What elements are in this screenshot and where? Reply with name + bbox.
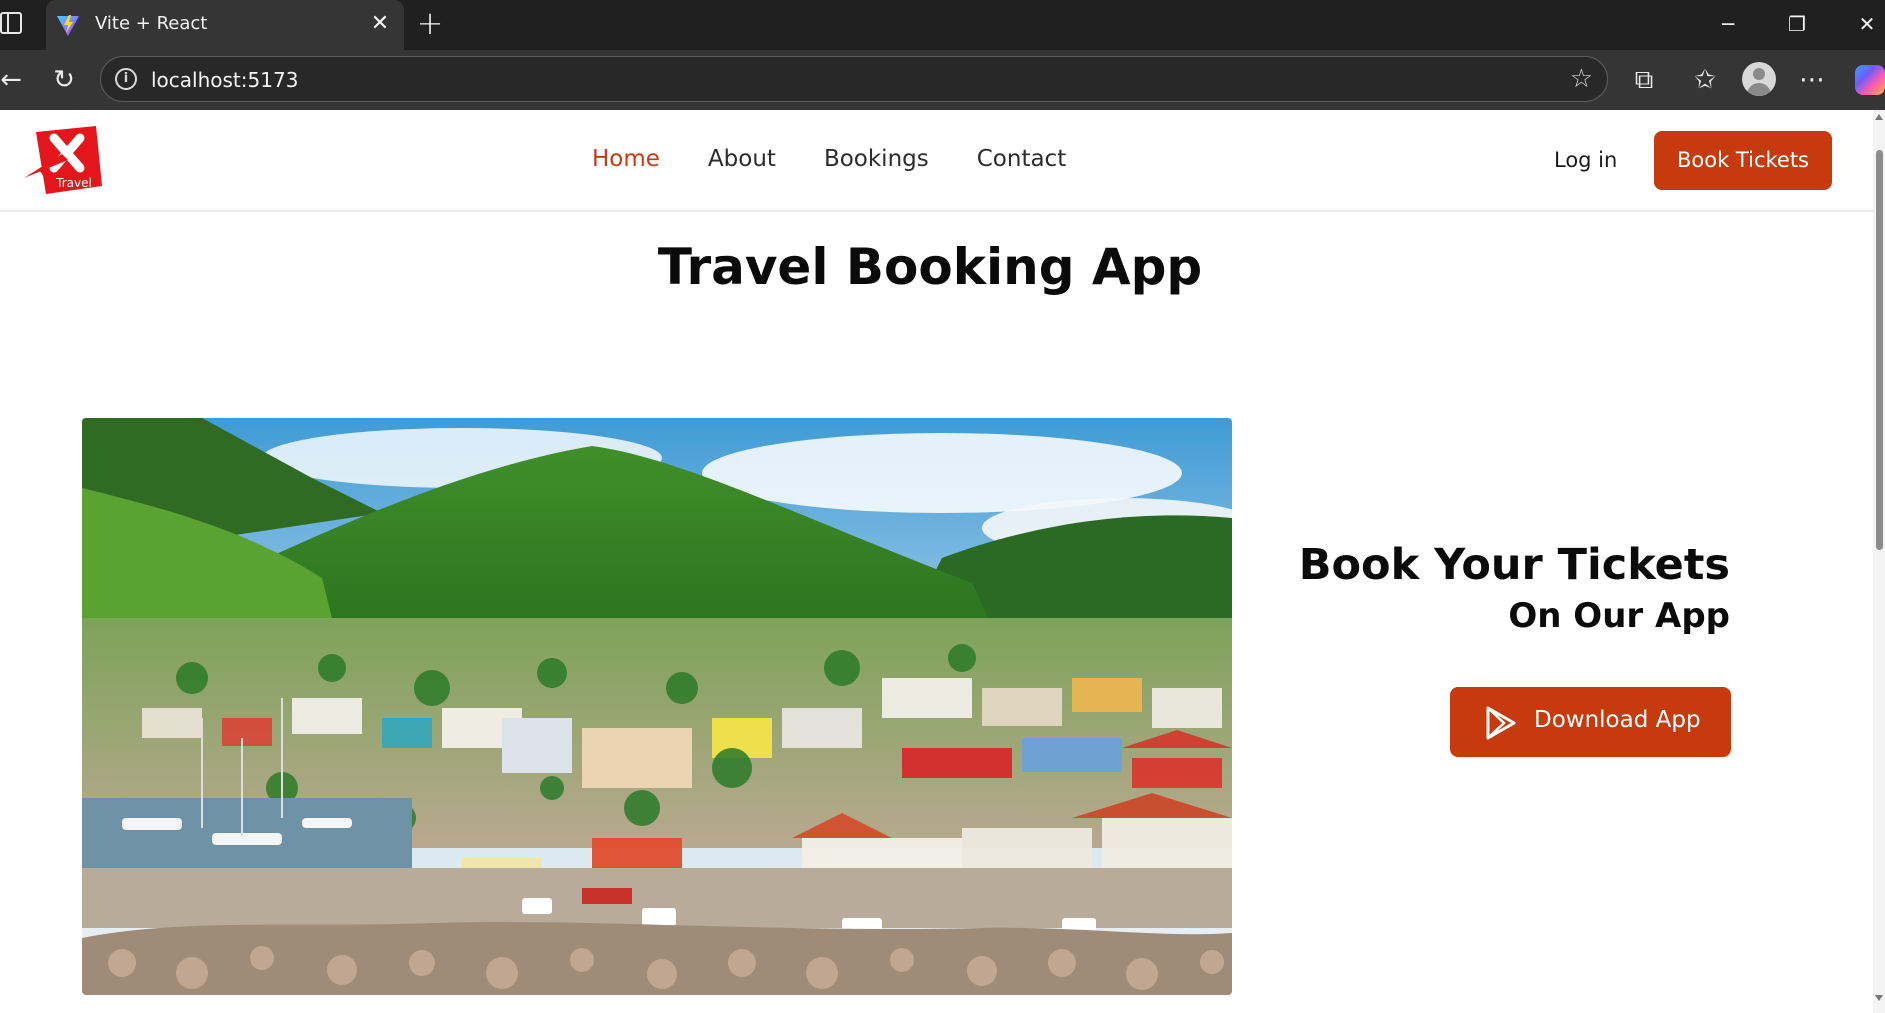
star-icon[interactable]: ☆	[1570, 64, 1593, 94]
hero-image	[82, 418, 1232, 995]
tab-strip: Vite + React ✕ + ─ ❐ ✕	[0, 0, 1885, 50]
page-scrollbar[interactable]	[1873, 110, 1885, 1013]
tab-title: Vite + React	[95, 13, 208, 34]
copilot-icon[interactable]	[1855, 65, 1885, 95]
browser-toolbar: ← ↻ i localhost:5173 ☆ ⧉ ✩ ⋯	[0, 50, 1885, 110]
vite-logo-icon	[57, 15, 79, 36]
info-icon[interactable]: i	[115, 68, 137, 90]
close-icon[interactable]: ✕	[366, 10, 394, 38]
promo-subtitle: On Our App	[1508, 596, 1730, 636]
nav-link-bookings[interactable]: Bookings	[824, 146, 929, 172]
site-navbar: Travel Home About Bookings Contact Log i…	[0, 110, 1873, 212]
travel-logo[interactable]: Travel	[22, 124, 104, 196]
download-app-label: Download App	[1534, 707, 1701, 733]
scroll-up-icon[interactable]	[1875, 114, 1883, 120]
harbor-town-image	[82, 418, 1232, 995]
url-text[interactable]: localhost:5173	[151, 68, 298, 92]
nav-link-home[interactable]: Home	[592, 146, 660, 172]
nav-link-contact[interactable]: Contact	[977, 146, 1066, 172]
reload-icon[interactable]: ↻	[47, 63, 81, 97]
scroll-thumb[interactable]	[1876, 150, 1883, 550]
promo-title: Book Your Tickets	[1298, 540, 1730, 590]
book-tickets-button[interactable]: Book Tickets	[1654, 131, 1832, 190]
arrow-left-icon[interactable]: ←	[0, 63, 28, 97]
minimize-icon[interactable]: ─	[1706, 8, 1750, 40]
browser-tab[interactable]: Vite + React ✕	[46, 0, 404, 50]
main-nav: Home About Bookings Contact	[592, 146, 1066, 172]
browser-chrome: Vite + React ✕ + ─ ❐ ✕ ← ↻ i localhost:5…	[0, 0, 1885, 110]
avatar-icon[interactable]	[1742, 62, 1776, 96]
address-bar[interactable]: i localhost:5173 ☆	[100, 56, 1608, 102]
sidebar-toggle-icon[interactable]	[0, 12, 22, 34]
window-close-icon[interactable]: ✕	[1845, 8, 1885, 40]
restore-icon[interactable]: ❐	[1775, 8, 1819, 40]
page-title: Travel Booking App	[657, 238, 1203, 296]
scroll-down-icon[interactable]	[1875, 995, 1883, 1001]
logo-text: Travel	[55, 176, 92, 190]
nav-link-about[interactable]: About	[708, 146, 776, 172]
puzzle-icon[interactable]: ⧉	[1627, 63, 1661, 97]
login-link[interactable]: Log in	[1554, 148, 1617, 172]
plus-icon[interactable]: +	[415, 7, 445, 39]
ellipsis-icon[interactable]: ⋯	[1795, 63, 1829, 97]
play-store-icon	[1486, 706, 1516, 740]
download-app-button[interactable]: Download App	[1450, 687, 1731, 757]
favorites-icon[interactable]: ✩	[1688, 63, 1722, 97]
